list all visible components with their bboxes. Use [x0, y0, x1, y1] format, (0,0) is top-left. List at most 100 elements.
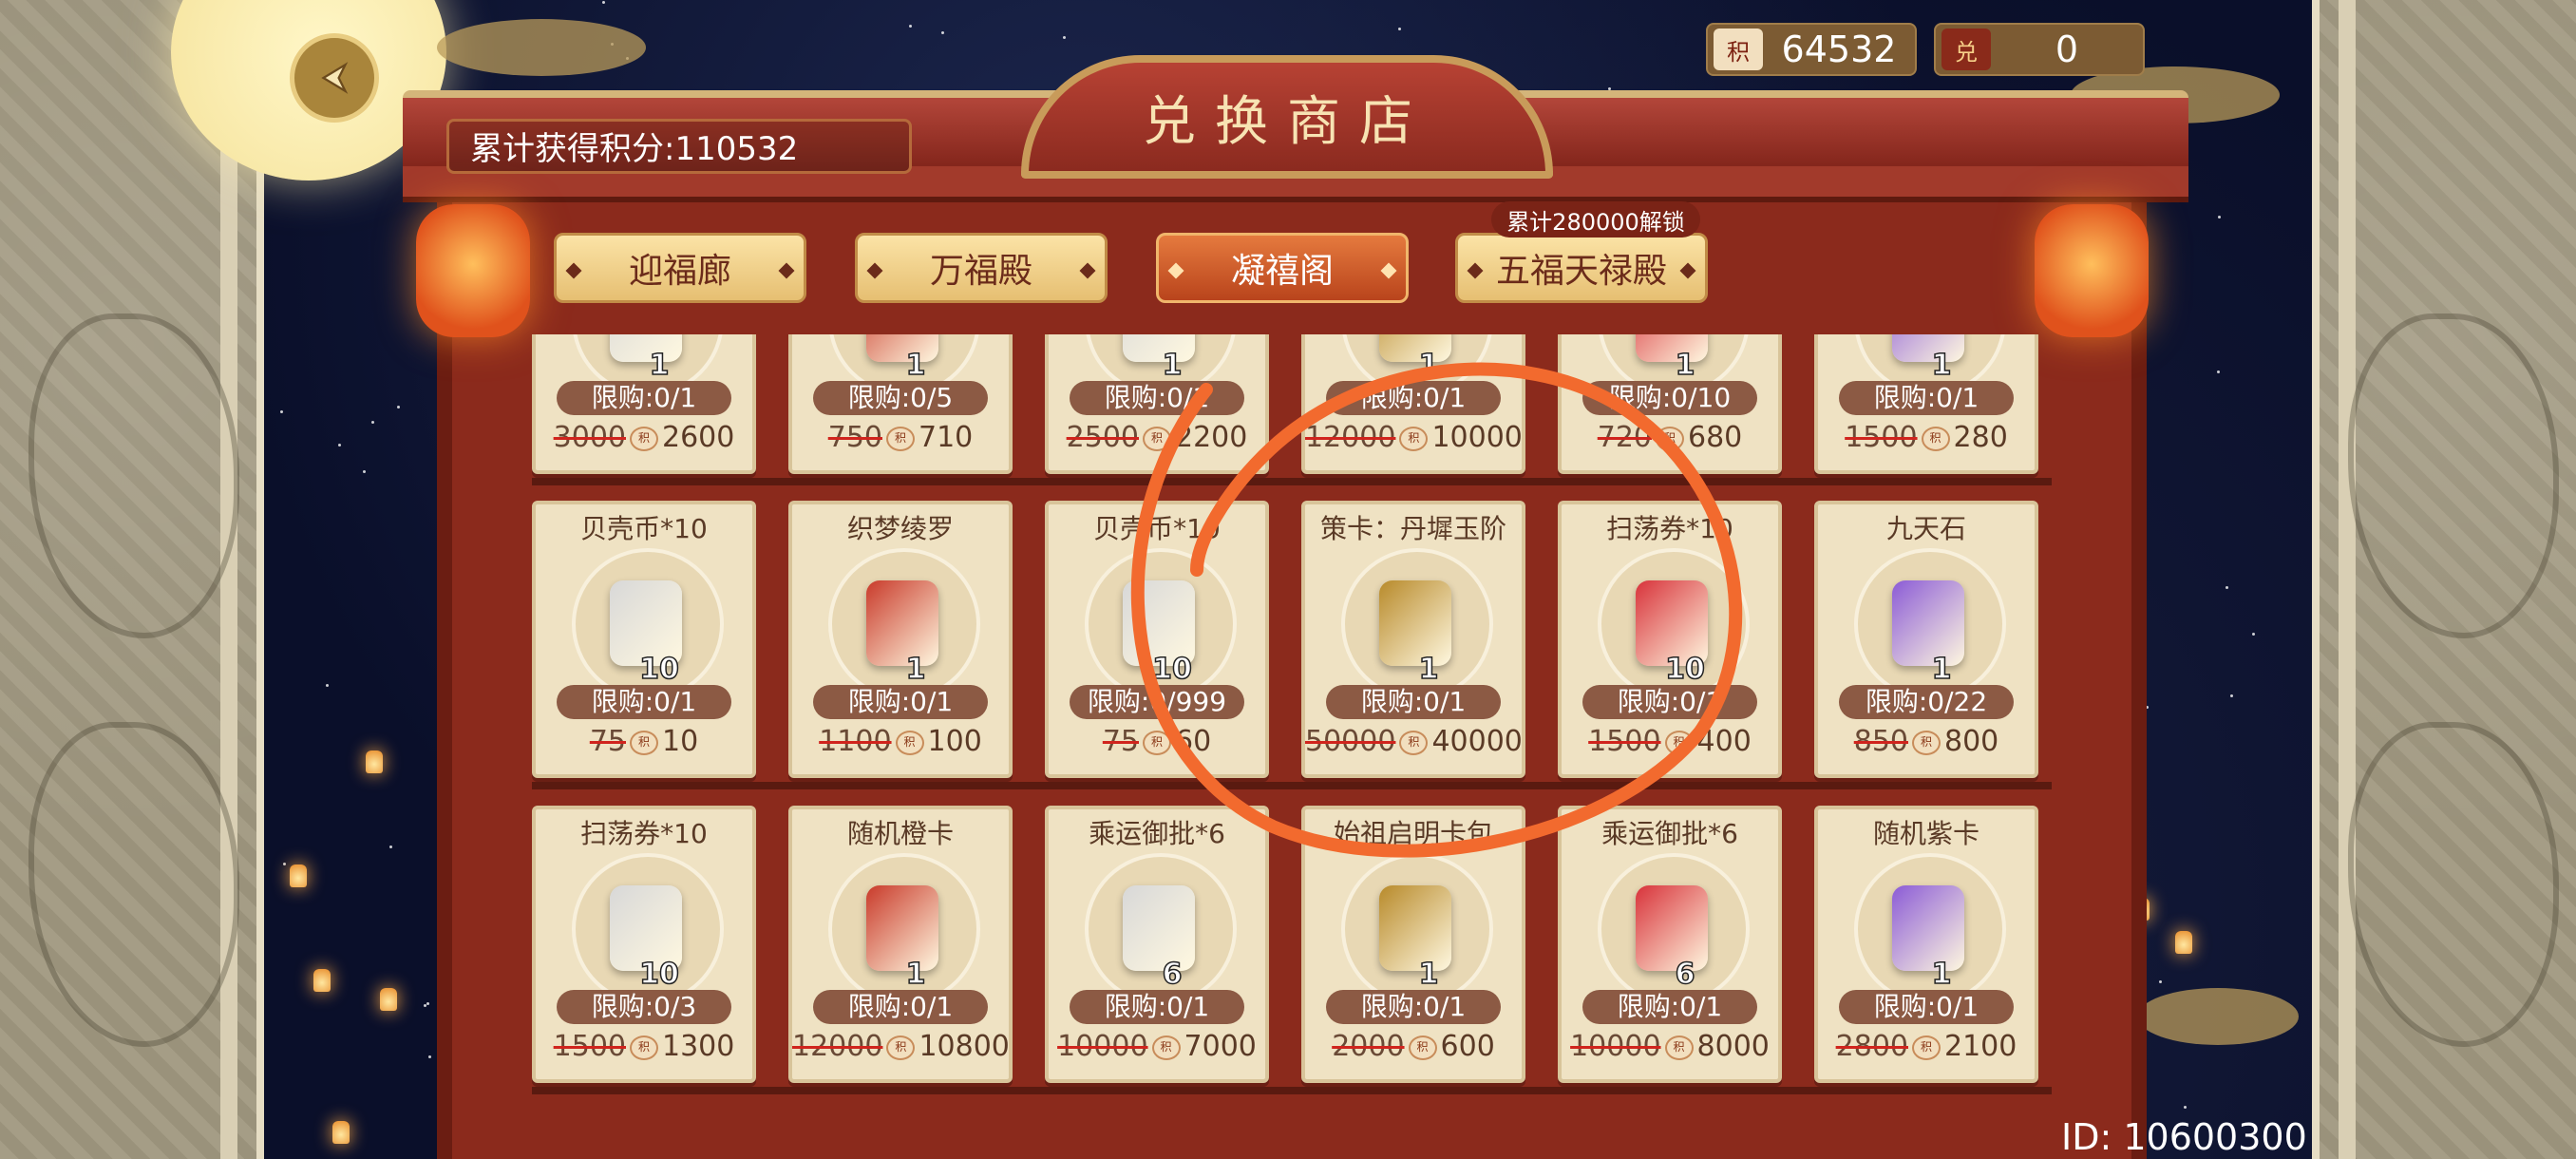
item-quantity: 10 — [638, 957, 679, 992]
shop-item-card[interactable]: 1 限购:0/10 720 积 680 — [1558, 334, 1782, 474]
item-price: 50000 积 40000 — [1305, 725, 1523, 758]
star — [2229, 694, 2233, 698]
item-price: 2000 积 600 — [1305, 1030, 1522, 1063]
item-price: 750 积 710 — [792, 421, 1009, 454]
original-price: 2000 — [1332, 1030, 1405, 1063]
purchase-limit: 限购:0/1 — [1839, 381, 2014, 415]
star — [940, 31, 944, 34]
shop-item-card[interactable]: 扫荡券*10 10 限购:0/3 1500 积 1300 — [532, 806, 756, 1083]
item-price: 10000 积 8000 — [1562, 1030, 1778, 1063]
original-price: 12000 — [1305, 421, 1396, 454]
points-coin-icon: 积 — [886, 426, 915, 451]
item-name: 乘运御批*6 — [1089, 818, 1225, 849]
sky-lantern — [2175, 931, 2192, 954]
item-name: 贝壳币*10 — [580, 513, 708, 544]
tab-wanfudian[interactable]: 万福殿 — [855, 233, 1108, 303]
item-name: 策卡：丹墀玉阶 — [1319, 513, 1506, 544]
sale-price: 2200 — [1175, 421, 1248, 454]
points-currency[interactable]: 积 64532 — [1706, 23, 1917, 76]
points-coin-icon: 积 — [1664, 1035, 1694, 1060]
original-price: 75 — [589, 725, 626, 758]
star — [280, 409, 284, 413]
purchase-limit: 限购:0/3 — [557, 990, 731, 1024]
shop-item-card[interactable]: 1 限购:0/1 2500 积 2200 — [1045, 334, 1269, 474]
shop-item-card[interactable]: 乘运御批*6 6 限购:0/1 10000 积 8000 — [1558, 806, 1782, 1083]
item-name: 随机紫卡 — [1872, 818, 1979, 849]
shop-item-card[interactable]: 策卡：丹墀玉阶 1 限购:0/1 50000 积 40000 — [1301, 501, 1525, 778]
sale-price: 7000 — [1184, 1030, 1257, 1063]
back-button[interactable] — [290, 33, 379, 123]
item-quantity: 1 — [905, 957, 926, 992]
tab-ningxige[interactable]: 凝禧阁 — [1156, 233, 1409, 303]
sale-price: 10800 — [919, 1030, 1010, 1063]
shop-item-card[interactable]: 随机紫卡 1 限购:0/1 2800 积 2100 — [1814, 806, 2038, 1083]
original-price: 75 — [1102, 725, 1139, 758]
item-name: 九天石 — [1885, 513, 1966, 544]
sky-lantern — [380, 988, 397, 1011]
shop-item-card[interactable]: 贝壳币*10 10 限购:0/999 75 积 60 — [1045, 501, 1269, 778]
shop-item-card[interactable]: 随机橙卡 1 限购:0/1 12000 积 10800 — [788, 806, 1013, 1083]
star — [2216, 370, 2220, 373]
points-coin-icon: 积 — [1656, 426, 1684, 451]
shop-item-card[interactable]: 扫荡券*10 10 限购:0/1 1500 积 400 — [1558, 501, 1782, 778]
sale-price: 280 — [1953, 421, 2008, 454]
item-price: 1500 积 400 — [1562, 725, 1778, 758]
shop-item-card[interactable]: 1 限购:0/1 12000 积 10000 — [1301, 334, 1525, 474]
purchase-limit: 限购:0/1 — [1326, 990, 1501, 1024]
item-price: 75 积 10 — [536, 725, 752, 758]
item-quantity: 1 — [1418, 957, 1439, 992]
item-price: 850 积 800 — [1818, 725, 2035, 758]
sky-lantern — [332, 1121, 350, 1144]
original-price: 1100 — [819, 725, 892, 758]
item-name: 扫荡券*10 — [580, 818, 708, 849]
tab-wufutianludian[interactable]: 五福天禄殿 — [1455, 233, 1708, 303]
sale-price: 40000 — [1431, 725, 1523, 758]
original-price: 2500 — [1066, 421, 1139, 454]
item-price: 1100 积 100 — [792, 725, 1009, 758]
purchase-limit: 限购:0/999 — [1070, 685, 1244, 719]
sky-lantern — [290, 864, 307, 887]
points-coin-icon: 积 — [630, 1035, 658, 1060]
item-price: 10000 积 7000 — [1049, 1030, 1265, 1063]
back-arrow-icon — [321, 62, 349, 94]
purchase-limit: 限购:0/5 — [813, 381, 988, 415]
original-price: 50000 — [1305, 725, 1396, 758]
sale-price: 800 — [1944, 725, 1999, 758]
purchase-limit: 限购:0/1 — [557, 381, 731, 415]
item-name: 扫荡券*10 — [1606, 513, 1733, 544]
item-name: 贝壳币*10 — [1093, 513, 1221, 544]
item-price: 3000 积 2600 — [536, 421, 752, 454]
shop-item-card[interactable]: 1 限购:0/5 750 积 710 — [788, 334, 1013, 474]
lantern-icon — [2035, 204, 2149, 337]
shop-item-card[interactable]: 贝壳币*10 10 限购:0/1 75 积 10 — [532, 501, 756, 778]
left-dragon-panel — [0, 0, 264, 1159]
tab-yingfulang[interactable]: 迎福廊 — [554, 233, 806, 303]
shop-item-card[interactable]: 九天石 1 限购:0/22 850 积 800 — [1814, 501, 2038, 778]
purchase-limit: 限购:0/1 — [1070, 381, 1244, 415]
shop-item-card[interactable]: 始祖启明卡包 1 限购:0/1 2000 积 600 — [1301, 806, 1525, 1083]
item-name: 随机橙卡 — [846, 818, 954, 849]
original-price: 1500 — [1845, 421, 1918, 454]
item-price: 12000 积 10800 — [792, 1030, 1010, 1063]
sale-price: 2100 — [1944, 1030, 2017, 1063]
sale-price: 100 — [927, 725, 982, 758]
item-price: 12000 积 10000 — [1305, 421, 1523, 454]
right-dragon-panel — [2312, 0, 2576, 1159]
item-quantity: 1 — [1675, 348, 1695, 383]
points-coin-icon: 积 — [1912, 730, 1941, 755]
purchase-limit: 限购:0/1 — [1070, 990, 1244, 1024]
shop-item-card[interactable]: 织梦绫罗 1 限购:0/1 1100 积 100 — [788, 501, 1013, 778]
item-grid[interactable]: 1 限购:0/1 3000 积 2600 1 限购:0/5 750 积 710 1 限购:0/1 250… — [532, 334, 2052, 1094]
star — [283, 862, 287, 865]
purchase-limit: 限购:0/1 — [557, 685, 731, 719]
exchange-currency[interactable]: 兑 0 — [1934, 23, 2145, 76]
shop-item-card[interactable]: 1 限购:0/1 3000 积 2600 — [532, 334, 756, 474]
shop-item-card[interactable]: 1 限购:0/1 1500 积 280 — [1814, 334, 2038, 474]
sale-price: 2600 — [662, 421, 735, 454]
player-id: ID: 10600300 — [2061, 1116, 2307, 1158]
item-quantity: 1 — [1418, 348, 1439, 383]
shop-item-card[interactable]: 乘运御批*6 6 限购:0/1 10000 积 7000 — [1045, 806, 1269, 1083]
star — [2184, 1105, 2188, 1109]
total-points-label: 累计获得积分:110532 — [446, 119, 912, 174]
points-coin-icon: 积 — [1143, 426, 1171, 451]
